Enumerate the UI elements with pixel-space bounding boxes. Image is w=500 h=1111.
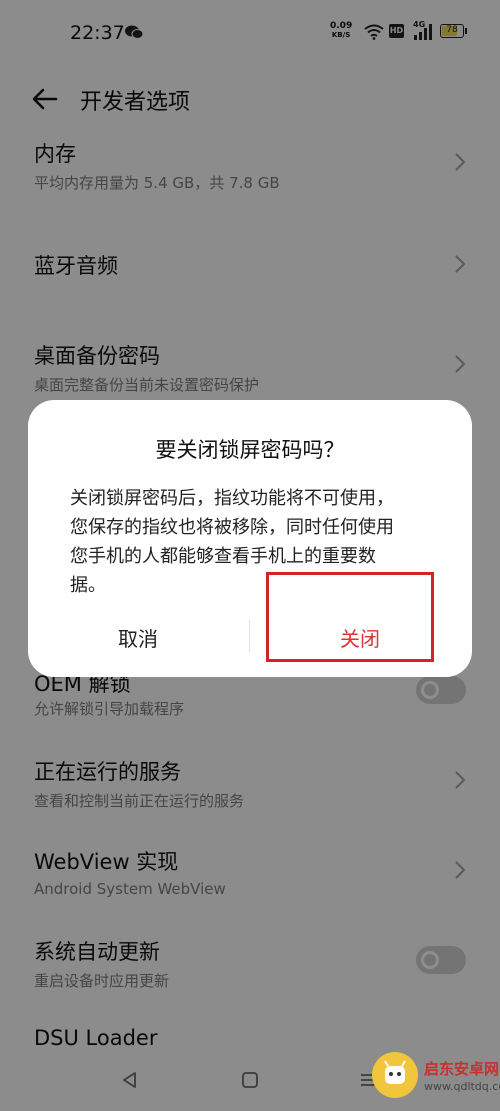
watermark-name: 启东安卓网 (424, 1060, 500, 1078)
watermark: 启东安卓网 www.qdltdq.com (372, 1046, 500, 1108)
dialog-message-line: 您保存的指纹也将被移除，同时任何使用 (70, 517, 394, 538)
dialog-message-line: 关闭锁屏密码后，指纹功能将不可使用， (70, 488, 394, 509)
settings-screen: 22:37 0.09 KB/S HD 4G 78 开发者选项 内存 平均内存用量… (0, 0, 500, 1111)
watermark-logo-icon (372, 1052, 418, 1098)
dialog-message-line: 您手机的人都能够查看手机上的重要数 (70, 546, 376, 567)
button-divider (249, 620, 250, 652)
dialog-title: 要关闭锁屏密码吗？ (155, 438, 345, 462)
highlight-box (266, 572, 434, 662)
cancel-button[interactable]: 取消 (48, 622, 228, 656)
watermark-url: www.qdltdq.com (424, 1080, 500, 1093)
